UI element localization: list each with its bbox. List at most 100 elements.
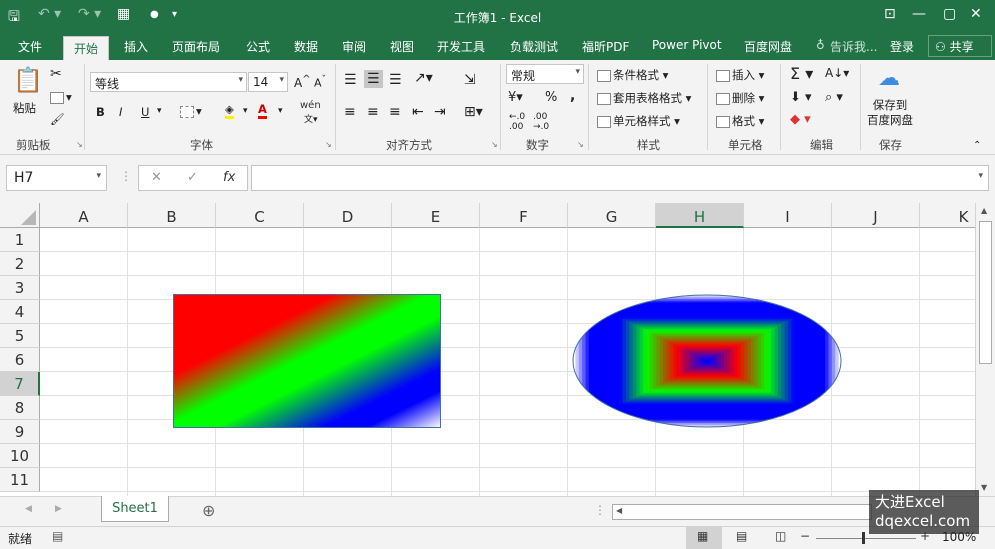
insert-function-icon[interactable]: fx bbox=[223, 170, 235, 185]
next-sheet-icon[interactable]: ▶ bbox=[55, 504, 62, 514]
tab-view[interactable]: 视图 bbox=[390, 38, 414, 55]
find-select-icon[interactable]: ⌕ ▾ bbox=[825, 90, 843, 105]
column-header-f[interactable]: F bbox=[480, 203, 568, 228]
tab-insert[interactable]: 插入 bbox=[124, 38, 148, 55]
sheet-tab-sheet1[interactable]: Sheet1 bbox=[101, 496, 169, 522]
tab-power-pivot[interactable]: Power Pivot bbox=[652, 38, 722, 52]
worksheet-grid[interactable]: ABCDEFGHIJK 1 2 3 4 5 6 7 8 9 10 11 bbox=[0, 203, 975, 496]
wrap-text-icon[interactable]: ⇲ bbox=[464, 72, 476, 88]
tab-data[interactable]: 数据 bbox=[294, 38, 318, 55]
name-box-dropdown-icon[interactable]: ▾ bbox=[96, 171, 101, 181]
row-header-11[interactable]: 11 bbox=[0, 468, 40, 492]
paste-button[interactable]: 粘贴 bbox=[13, 100, 36, 116]
tab-page-layout[interactable]: 页面布局 bbox=[172, 38, 220, 55]
column-header-c[interactable]: C bbox=[216, 203, 304, 228]
row-header-8[interactable]: 8 bbox=[0, 396, 40, 420]
copy-icon[interactable]: ▾ bbox=[50, 90, 72, 104]
decrease-decimal-icon[interactable]: .00 →.0 bbox=[533, 112, 549, 132]
row-header-10[interactable]: 10 bbox=[0, 444, 40, 468]
decrease-font-icon[interactable]: Aˇ bbox=[314, 74, 326, 90]
scroll-up-icon[interactable]: ▲ bbox=[981, 206, 987, 215]
vertical-scrollbar[interactable]: ▲ ▼ bbox=[975, 203, 995, 496]
increase-font-icon[interactable]: A^ bbox=[294, 74, 311, 90]
close-icon[interactable]: ✕ bbox=[970, 6, 982, 22]
cancel-icon[interactable]: ✕ bbox=[151, 170, 162, 185]
gradient-ellipse-shape[interactable] bbox=[572, 294, 842, 428]
font-color-dropdown-icon[interactable]: ▾ bbox=[278, 106, 283, 116]
alignment-launcher-icon[interactable]: ↘ bbox=[491, 140, 498, 149]
format-as-table-button[interactable]: 套用表格格式 ▾ bbox=[597, 90, 691, 106]
zoom-slider[interactable] bbox=[816, 538, 916, 539]
comma-button[interactable]: , bbox=[570, 88, 575, 104]
fill-icon[interactable]: ⬇ ▾ bbox=[790, 90, 812, 105]
zoom-thumb[interactable] bbox=[862, 532, 865, 544]
autosum-icon[interactable]: Σ ▾ bbox=[790, 64, 813, 83]
name-box[interactable]: H7 ▾ bbox=[6, 165, 107, 191]
page-break-icon[interactable]: ◫ bbox=[775, 529, 786, 543]
tab-review[interactable]: 审阅 bbox=[342, 38, 366, 55]
column-header-h[interactable]: H bbox=[656, 203, 744, 228]
macro-record-icon[interactable]: ▤ bbox=[52, 529, 63, 543]
clear-icon[interactable]: ◆ ▾ bbox=[790, 112, 811, 127]
row-header-3[interactable]: 3 bbox=[0, 276, 40, 300]
conditional-formatting-button[interactable]: 条件格式 ▾ bbox=[597, 67, 668, 83]
zoom-out-icon[interactable]: − bbox=[800, 529, 810, 543]
horizontal-scrollbar[interactable]: ◀ bbox=[612, 504, 872, 520]
tab-foxit-pdf[interactable]: 福昕PDF bbox=[582, 38, 629, 55]
font-name-combo[interactable]: 等线 ▾ bbox=[90, 72, 247, 92]
fill-dropdown-icon[interactable]: ▾ bbox=[243, 106, 248, 116]
align-left-icon[interactable]: ≡ bbox=[344, 104, 356, 120]
scroll-down-icon[interactable]: ▼ bbox=[981, 483, 987, 492]
tab-file[interactable]: 文件 bbox=[18, 38, 42, 55]
save-to-baidu-button[interactable]: 保存到 百度网盘 bbox=[867, 98, 913, 128]
paste-icon[interactable]: 📋 bbox=[13, 66, 43, 94]
share-button[interactable]: ⚇ 共享 bbox=[928, 35, 992, 57]
cell-styles-button[interactable]: 单元格样式 ▾ bbox=[597, 113, 680, 129]
number-launcher-icon[interactable]: ↘ bbox=[577, 140, 584, 149]
page-layout-icon[interactable]: ▤ bbox=[736, 529, 747, 543]
fill-color-icon[interactable]: ◈ bbox=[225, 102, 234, 119]
format-cells-button[interactable]: 格式 ▾ bbox=[716, 113, 764, 129]
column-header-i[interactable]: I bbox=[744, 203, 832, 228]
phonetic-icon[interactable]: wén bbox=[300, 100, 321, 111]
tab-load-test[interactable]: 负载测试 bbox=[510, 38, 558, 55]
align-right-icon[interactable]: ≡ bbox=[389, 104, 401, 120]
row-header-7[interactable]: 7 bbox=[0, 372, 40, 396]
row-header-2[interactable]: 2 bbox=[0, 252, 40, 276]
format-painter-icon[interactable]: 🖌 bbox=[50, 112, 65, 126]
tab-home[interactable]: 开始 bbox=[63, 36, 110, 60]
font-color-icon[interactable]: A bbox=[258, 102, 267, 119]
sort-filter-icon[interactable]: A↓▾ bbox=[825, 66, 849, 80]
border-icon[interactable]: ▾ bbox=[180, 104, 202, 118]
row-header-6[interactable]: 6 bbox=[0, 348, 40, 372]
expand-formula-icon[interactable]: ▾ bbox=[978, 171, 983, 181]
column-header-b[interactable]: B bbox=[128, 203, 216, 228]
enter-icon[interactable]: ✓ bbox=[187, 170, 198, 185]
align-middle-icon[interactable]: ☰ bbox=[364, 70, 383, 88]
font-launcher-icon[interactable]: ↘ bbox=[325, 140, 332, 149]
cut-icon[interactable]: ✂ bbox=[50, 66, 62, 82]
row-header-5[interactable]: 5 bbox=[0, 324, 40, 348]
row-header-4[interactable]: 4 bbox=[0, 300, 40, 324]
tab-developer[interactable]: 开发工具 bbox=[437, 38, 485, 55]
insert-cells-button[interactable]: 插入 ▾ bbox=[716, 67, 764, 83]
column-header-a[interactable]: A bbox=[40, 203, 128, 228]
orientation-icon[interactable]: ↗▾ bbox=[414, 70, 433, 86]
column-header-d[interactable]: D bbox=[304, 203, 392, 228]
scroll-thumb[interactable] bbox=[979, 221, 992, 364]
select-all-corner[interactable] bbox=[0, 203, 40, 228]
tell-me-box[interactable]: 告诉我... bbox=[830, 38, 877, 55]
tab-formulas[interactable]: 公式 bbox=[246, 38, 270, 55]
underline-button[interactable]: U bbox=[141, 105, 149, 119]
login-link[interactable]: 登录 bbox=[890, 38, 914, 55]
currency-icon[interactable]: ¥▾ bbox=[508, 90, 523, 105]
percent-button[interactable]: % bbox=[545, 90, 557, 105]
align-top-icon[interactable]: ☰ bbox=[344, 72, 357, 88]
prev-sheet-icon[interactable]: ◀ bbox=[25, 504, 32, 514]
column-header-g[interactable]: G bbox=[568, 203, 656, 228]
dialog-launcher-icon[interactable]: ↘ bbox=[76, 140, 83, 149]
minimize-icon[interactable]: — bbox=[912, 6, 926, 22]
align-bottom-icon[interactable]: ☰ bbox=[389, 72, 402, 88]
row-header-9[interactable]: 9 bbox=[0, 420, 40, 444]
delete-cells-button[interactable]: 删除 ▾ bbox=[716, 90, 764, 106]
